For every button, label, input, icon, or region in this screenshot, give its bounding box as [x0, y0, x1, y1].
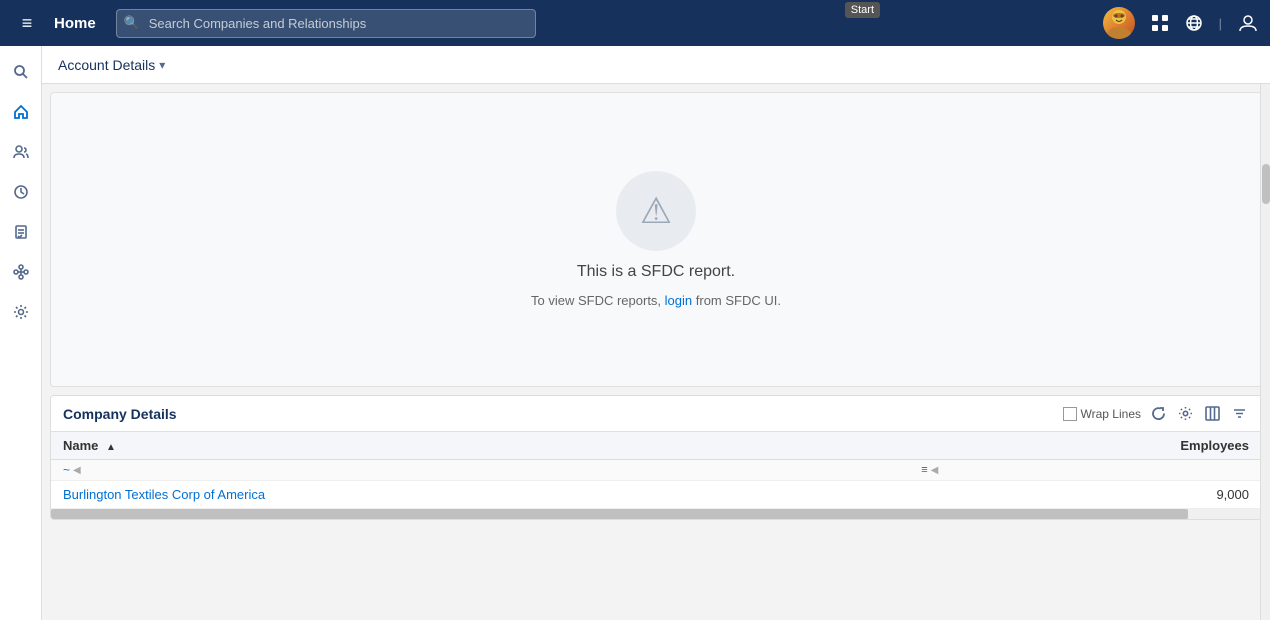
- chevron-down-icon: ▾: [159, 58, 165, 72]
- company-panel-header: Company Details Wrap Lines: [51, 396, 1261, 432]
- table-row: Burlington Textiles Corp of America 9,00…: [51, 481, 1261, 509]
- search-input[interactable]: [116, 9, 536, 38]
- avatar[interactable]: [1103, 7, 1135, 39]
- sfdc-subtitle: To view SFDC reports, login from SFDC UI…: [531, 293, 781, 308]
- horizontal-scrollbar[interactable]: [51, 509, 1261, 519]
- v-scroll-thumb[interactable]: [1262, 164, 1270, 204]
- columns-button[interactable]: [1203, 404, 1222, 423]
- sidebar-item-settings[interactable]: [3, 294, 39, 330]
- warning-circle: ⚠: [616, 171, 696, 251]
- company-name-cell: Burlington Textiles Corp of America: [51, 481, 909, 509]
- company-details-panel: Company Details Wrap Lines: [50, 395, 1262, 520]
- home-label: Home: [54, 15, 96, 32]
- sfdc-login-link[interactable]: login: [665, 293, 692, 308]
- col-name-label: Name: [63, 438, 98, 453]
- col-name-header[interactable]: Name ▲: [51, 432, 909, 460]
- sort-asc-icon: ▲: [106, 442, 116, 453]
- name-filter-input[interactable]: ~ ◀: [63, 463, 897, 477]
- avatar-image: [1103, 7, 1135, 39]
- main-layout: Account Details ▾ ⚠ This is a SFDC repor…: [0, 46, 1270, 620]
- sidebar-item-contacts[interactable]: [3, 134, 39, 170]
- sidebar: [0, 46, 42, 620]
- filter-row: ~ ◀ ≡ ◀: [51, 460, 1261, 481]
- settings-button[interactable]: [1176, 404, 1195, 423]
- filter-arrow-icon: ◀: [73, 465, 81, 476]
- filter-arrow-icon-2: ◀: [931, 465, 939, 476]
- refresh-button[interactable]: [1149, 404, 1168, 423]
- col-employees-header[interactable]: Employees: [909, 432, 1261, 460]
- start-tooltip: Start: [845, 2, 880, 18]
- warning-icon: ⚠: [640, 190, 672, 232]
- content-area: Account Details ▾ ⚠ This is a SFDC repor…: [42, 46, 1270, 620]
- sidebar-item-relationships[interactable]: [3, 254, 39, 290]
- sidebar-item-search[interactable]: [3, 54, 39, 90]
- nav-right: |: [1103, 7, 1258, 39]
- sfdc-subtitle-pre: To view SFDC reports,: [531, 293, 665, 308]
- wrap-lines-text: Wrap Lines: [1081, 407, 1141, 421]
- filter-button[interactable]: [1230, 404, 1249, 423]
- vertical-scrollbar[interactable]: [1260, 84, 1270, 620]
- sfdc-subtitle-post: from SFDC UI.: [692, 293, 781, 308]
- employees-cell: 9,000: [909, 481, 1261, 509]
- employees-filter-cell: ≡ ◀: [909, 460, 1261, 481]
- name-filter-cell: ~ ◀: [51, 460, 909, 481]
- company-table: Name ▲ Employees: [51, 432, 1261, 509]
- company-panel-title: Company Details: [63, 406, 1063, 422]
- h-scroll-thumb[interactable]: [51, 509, 1188, 519]
- employees-filter-input[interactable]: ≡ ◀: [921, 464, 1249, 476]
- wrap-lines-checkbox[interactable]: [1063, 407, 1077, 421]
- filter-tilde-icon-2: ≡: [921, 464, 927, 476]
- account-details-select[interactable]: Account Details ▾: [58, 57, 165, 73]
- globe-icon-button[interactable]: [1185, 14, 1203, 32]
- search-bar: 🔍: [116, 9, 536, 38]
- hamburger-icon: ≡: [22, 13, 33, 34]
- hamburger-button[interactable]: ≡: [12, 8, 42, 38]
- sidebar-item-tasks[interactable]: [3, 214, 39, 250]
- panel-controls: Wrap Lines: [1063, 404, 1249, 423]
- sfdc-title: This is a SFDC report.: [577, 263, 735, 281]
- account-details-label: Account Details: [58, 57, 155, 73]
- sidebar-item-recent[interactable]: [3, 174, 39, 210]
- col-employees-label: Employees: [1180, 438, 1249, 453]
- company-link[interactable]: Burlington Textiles Corp of America: [63, 487, 265, 502]
- table-scroll-area: Name ▲ Employees: [51, 432, 1261, 509]
- filter-tilde-icon: ~: [63, 463, 70, 477]
- top-navigation: Start ≡ Home 🔍: [0, 0, 1270, 46]
- sfdc-report-panel: ⚠ This is a SFDC report. To view SFDC re…: [50, 92, 1262, 387]
- profile-icon-button[interactable]: [1238, 13, 1258, 33]
- main-content: ⚠ This is a SFDC report. To view SFDC re…: [42, 84, 1270, 620]
- wrap-lines-label[interactable]: Wrap Lines: [1063, 407, 1141, 421]
- search-icon: 🔍: [124, 15, 140, 31]
- header-bar: Account Details ▾: [42, 46, 1270, 84]
- nav-divider: |: [1219, 16, 1222, 31]
- sidebar-item-home[interactable]: [3, 94, 39, 130]
- grid-icon-button[interactable]: [1151, 14, 1169, 32]
